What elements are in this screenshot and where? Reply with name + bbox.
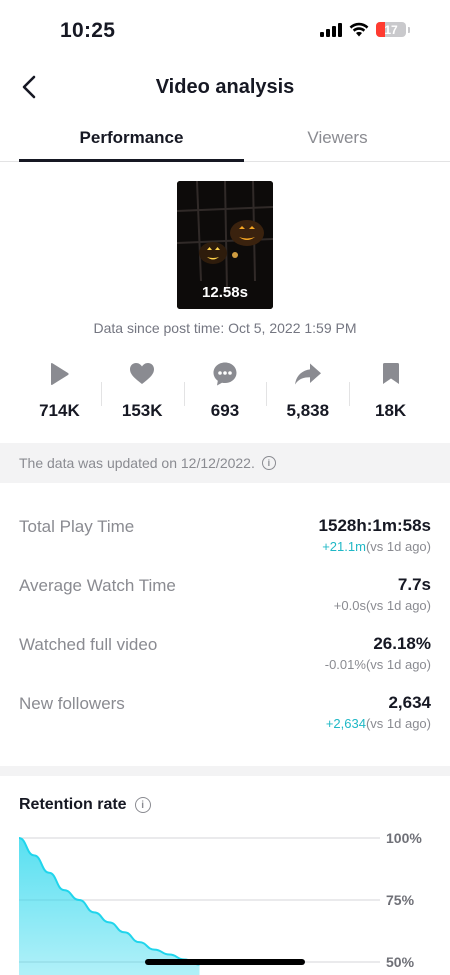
metric-label: Total Play Time: [19, 517, 135, 536]
home-indicator: [145, 959, 305, 965]
stat-value: 714K: [39, 401, 80, 420]
tab-viewers[interactable]: Viewers: [225, 128, 450, 148]
battery-level: 17: [384, 22, 398, 37]
metric-average-watch-time: Average Watch Time 7.7s +0.0s(vs 1d ago): [19, 564, 431, 623]
bookmark-icon: [382, 363, 399, 384]
stat-value: 693: [210, 401, 240, 420]
stat-saves: 18K: [349, 360, 432, 426]
metric-new-followers: New followers 2,634 +2,634(vs 1d ago): [19, 682, 431, 741]
metric-delta-row: +21.1m(vs 1d ago): [322, 539, 431, 554]
metric-label: New followers: [19, 694, 125, 713]
cellular-signal-icon: [320, 22, 342, 37]
tab-bar: Performance Viewers: [0, 114, 450, 162]
update-banner-text: The data was updated on 12/12/2022.: [19, 455, 255, 471]
metric-label: Average Watch Time: [19, 576, 176, 595]
tab-performance[interactable]: Performance: [19, 128, 244, 148]
metric-delta-row: +0.0s(vs 1d ago): [334, 598, 431, 613]
stats-row: 714K 153K 693 5,838 18K: [18, 360, 432, 426]
metric-total-play-time: Total Play Time 1528h:1m:58s +21.1m(vs 1…: [19, 505, 431, 564]
stat-value: 153K: [121, 401, 163, 420]
metric-delta: -0.01%: [324, 657, 366, 672]
metric-compare: (vs 1d ago): [365, 539, 431, 554]
wifi-icon: [349, 22, 369, 37]
y-tick-label: 100%: [386, 830, 422, 846]
stat-likes: 153K: [100, 360, 184, 426]
metric-delta: +0.0s: [333, 598, 366, 613]
stat-shares: 5,838: [266, 360, 349, 426]
share-icon: [294, 363, 321, 385]
heart-icon: [130, 363, 155, 384]
data-since-text: Data since post time: Oct 5, 2022 1:59 P…: [93, 320, 357, 336]
status-bar: 10:25 17: [0, 0, 450, 62]
y-tick-label: 50%: [386, 954, 415, 970]
status-time: 10:25: [60, 19, 116, 42]
y-tick-label: 75%: [386, 892, 415, 908]
metric-label: Watched full video: [19, 635, 158, 654]
metrics-list: Total Play Time 1528h:1m:58s +21.1m(vs 1…: [19, 505, 431, 741]
metric-delta-row: -0.01%(vs 1d ago): [325, 657, 431, 672]
metric-value: 26.18%: [373, 634, 431, 653]
retention-chart: 100% 75% 50%: [18, 830, 422, 975]
metric-value: 7.7s: [397, 575, 431, 594]
video-duration: 12.58s: [202, 284, 248, 301]
video-thumbnail[interactable]: 12.58s: [177, 181, 273, 309]
retention-info-icon[interactable]: i: [134, 797, 151, 813]
metric-compare: (vs 1d ago): [365, 716, 431, 731]
stat-comments: 693: [183, 360, 267, 426]
stat-value: 5,838: [286, 401, 330, 420]
metric-value: 1528h:1m:58s: [318, 516, 431, 535]
metric-compare: (vs 1d ago): [365, 598, 431, 613]
metric-delta: +21.1m: [322, 539, 366, 554]
status-icons: 17: [320, 22, 410, 37]
section-divider: [0, 766, 450, 776]
metric-watched-full-video: Watched full video 26.18% -0.01%(vs 1d a…: [19, 623, 431, 682]
update-banner: The data was updated on 12/12/2022. i: [0, 443, 450, 483]
page-title: Video analysis: [155, 76, 295, 98]
battery-icon: 17: [376, 22, 406, 37]
comment-icon: [213, 362, 237, 386]
retention-title: Retention rate i: [19, 796, 151, 814]
battery-tip: [408, 26, 410, 33]
metric-compare: (vs 1d ago): [365, 657, 431, 672]
stat-views: 714K: [18, 360, 101, 426]
metric-delta: +2,634: [325, 716, 366, 731]
active-tab-indicator: [19, 159, 244, 162]
metric-delta-row: +2,634(vs 1d ago): [326, 716, 431, 731]
play-icon: [51, 363, 70, 385]
stat-value: 18K: [374, 401, 407, 420]
retention-title-text: Retention rate: [19, 796, 127, 813]
metric-value: 2,634: [388, 693, 431, 712]
nav-bar: Video analysis: [0, 62, 450, 114]
info-icon[interactable]: i: [261, 456, 276, 470]
